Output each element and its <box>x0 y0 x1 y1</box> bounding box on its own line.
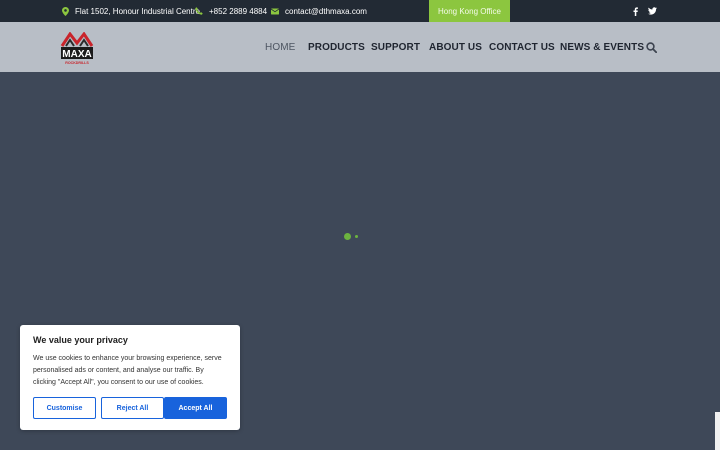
email-info[interactable]: contact@dthmaxa.com <box>271 0 367 22</box>
page-edge-panel <box>715 412 720 450</box>
loading-indicator-dot-small <box>355 235 358 238</box>
logo-subtext: ROCKDRILLS <box>65 61 89 65</box>
logo-text: MAXA <box>62 49 91 60</box>
map-marker-icon <box>62 6 69 16</box>
accept-all-button[interactable]: Accept All <box>164 397 227 419</box>
nav-home[interactable]: HOME <box>265 22 295 72</box>
maxa-logo[interactable]: MAXA ROCKDRILLS <box>60 31 94 66</box>
nav-about-us[interactable]: ABOUT US <box>429 22 482 72</box>
phone-info[interactable]: +852 2889 4884 <box>195 0 267 22</box>
facebook-icon <box>633 6 638 16</box>
nav-contact-us[interactable]: CONTACT US <box>489 22 555 72</box>
search-button[interactable] <box>646 40 658 58</box>
facebook-link[interactable] <box>633 0 638 22</box>
cookie-title: We value your privacy <box>33 335 128 345</box>
twitter-link[interactable] <box>648 0 657 22</box>
cookie-consent-banner: We value your privacy We use cookies to … <box>20 325 240 430</box>
nav-news-events[interactable]: NEWS & EVENTS <box>560 22 644 72</box>
maxa-logo-mark: MAXA ROCKDRILLS <box>60 31 94 65</box>
address-text: Flat 1502, Honour Industrial Centre <box>75 6 200 16</box>
address-info: Flat 1502, Honour Industrial Centre <box>62 0 200 22</box>
loading-indicator-dot <box>344 233 351 240</box>
reject-all-button[interactable]: Reject All <box>101 397 164 419</box>
search-icon <box>646 42 658 54</box>
cookie-description: We use cookies to enhance your browsing … <box>33 355 222 386</box>
phone-text[interactable]: +852 2889 4884 <box>209 7 267 16</box>
customise-button[interactable]: Customise <box>33 397 96 419</box>
twitter-icon <box>648 7 657 15</box>
email-text[interactable]: contact@dthmaxa.com <box>285 7 367 16</box>
top-info-bar: Flat 1502, Honour Industrial Centre +852… <box>0 0 720 22</box>
nav-support[interactable]: SUPPORT <box>371 22 420 72</box>
phone-icon <box>195 7 203 15</box>
envelope-icon <box>271 8 279 14</box>
hong-kong-office-tab[interactable]: Hong Kong Office <box>429 0 510 22</box>
office-tab-label: Hong Kong Office <box>437 6 501 16</box>
nav-products[interactable]: PRODUCTS <box>308 22 365 72</box>
